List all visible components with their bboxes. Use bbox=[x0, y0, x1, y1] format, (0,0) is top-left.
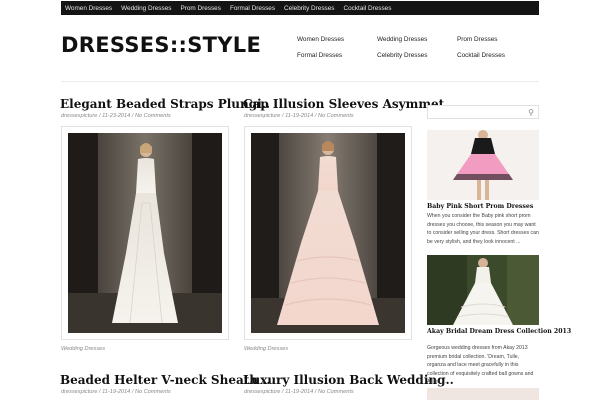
post-category-1[interactable]: Wedding Dresses bbox=[61, 346, 105, 352]
sidebar-post-title-1[interactable]: Baby Pink Short Prom Dresses bbox=[427, 203, 533, 210]
top-nav-prom-dresses[interactable]: Prom Dresses bbox=[180, 5, 220, 12]
post-meta-3: dressespicture / 11-19-2014 / No Comment… bbox=[61, 389, 171, 395]
post-author[interactable]: dressespicture bbox=[61, 389, 97, 395]
post-thumbnail-1[interactable] bbox=[61, 126, 229, 340]
sidebar-post-title-2[interactable]: Akay Bridal Dream Dress Collection 2013 bbox=[427, 328, 571, 335]
top-nav-celebrity-dresses[interactable]: Celebrity Dresses bbox=[284, 5, 334, 12]
post-comments-link[interactable]: No Comments bbox=[135, 389, 171, 395]
post-title-3[interactable]: Beaded Helter V-neck Sheath .. bbox=[60, 373, 271, 387]
post-date: 11-19-2014 bbox=[102, 389, 131, 395]
header-divider bbox=[61, 81, 539, 82]
cat-nav-formal-dresses[interactable]: Formal Dresses bbox=[297, 52, 342, 59]
post-author[interactable]: dressespicture bbox=[244, 389, 280, 395]
post-author[interactable]: dressespicture bbox=[244, 113, 280, 119]
cat-nav-prom-dresses[interactable]: Prom Dresses bbox=[457, 36, 497, 43]
top-nav-women-dresses[interactable]: Women Dresses bbox=[65, 5, 112, 12]
top-nav-formal-dresses[interactable]: Formal Dresses bbox=[230, 5, 275, 12]
top-nav-wedding-dresses[interactable]: Wedding Dresses bbox=[121, 5, 171, 12]
cat-nav-celebrity-dresses[interactable]: Celebrity Dresses bbox=[377, 52, 427, 59]
cat-nav-cocktail-dresses[interactable]: Cocktail Dresses bbox=[457, 52, 505, 59]
post-meta-2: dressespicture / 11-19-2014 / No Comment… bbox=[244, 113, 354, 119]
sidebar-thumbnail-bridal-dress[interactable] bbox=[427, 255, 539, 325]
search-icon[interactable]: ⚲ bbox=[528, 108, 534, 117]
post-comments-link[interactable]: No Comments bbox=[135, 113, 171, 119]
post-date: 11-23-2014 bbox=[102, 113, 131, 119]
sidebar-post-excerpt-2: Gorgeous wedding dresses from Akay 2013 … bbox=[427, 345, 534, 386]
post-comments-link[interactable]: No Comments bbox=[318, 389, 354, 395]
category-nav: Women Dresses Wedding Dresses Prom Dress… bbox=[297, 33, 537, 65]
post-author[interactable]: dressespicture bbox=[61, 113, 97, 119]
post-thumbnail-2[interactable] bbox=[244, 126, 412, 340]
post-meta-4: dressespicture / 11-19-2014 / No Comment… bbox=[244, 389, 354, 395]
wedding-dress-photo bbox=[68, 133, 222, 333]
sidebar-thumbnail-pink-dress[interactable] bbox=[427, 130, 539, 200]
top-nav-cocktail-dresses[interactable]: Cocktail Dresses bbox=[343, 5, 391, 12]
top-nav-bar: Women Dresses Wedding Dresses Prom Dress… bbox=[61, 1, 539, 15]
cat-nav-women-dresses[interactable]: Women Dresses bbox=[297, 36, 344, 43]
cat-nav-wedding-dresses[interactable]: Wedding Dresses bbox=[377, 36, 427, 43]
post-title-2[interactable]: Cap Illusion Sleeves Asymmet.. bbox=[243, 97, 453, 111]
post-comments-link[interactable]: No Comments bbox=[318, 113, 354, 119]
post-title-4[interactable]: Luxury Illusion Back Wedding.. bbox=[243, 373, 454, 387]
post-date: 11-19-2014 bbox=[285, 113, 314, 119]
site-logo[interactable]: DRESSES::STYLE bbox=[61, 33, 261, 57]
sidebar-post-excerpt-1: When you consider the Baby pink short pr… bbox=[427, 213, 539, 245]
sidebar-thumbnail-3[interactable] bbox=[427, 388, 539, 400]
post-category-2[interactable]: Wedding Dresses bbox=[244, 346, 288, 352]
search-input[interactable]: ⚲ bbox=[427, 105, 539, 119]
wedding-dress-photo bbox=[251, 133, 405, 333]
post-meta-1: dressespicture / 11-23-2014 / No Comment… bbox=[61, 113, 171, 119]
post-title-1[interactable]: Elegant Beaded Straps Plungi.. bbox=[60, 97, 270, 111]
post-date: 11-19-2014 bbox=[285, 389, 314, 395]
